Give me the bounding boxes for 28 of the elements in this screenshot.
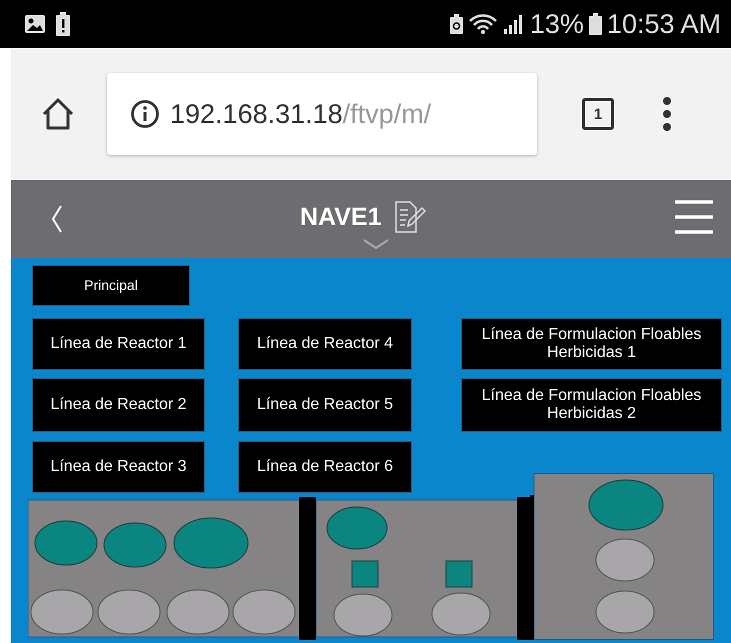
line-button[interactable]: Línea de Reactor 5 <box>238 378 412 432</box>
edit-icon[interactable] <box>394 200 426 234</box>
menu-icon[interactable] <box>675 199 713 235</box>
line-button[interactable]: Línea de Reactor 6 <box>238 441 412 493</box>
line-button[interactable]: Línea de Reactor 3 <box>32 441 205 493</box>
clock-time: 10:53 AM <box>606 8 721 40</box>
address-bar[interactable]: 192.168.31.18/ftvp/m/ <box>107 73 537 155</box>
battery-percent: 13% <box>530 8 584 40</box>
image-icon <box>24 14 46 34</box>
signal-icon <box>502 14 525 34</box>
tab-count-button[interactable]: 1 <box>582 98 614 130</box>
url-host: 192.168.31.18 <box>170 98 343 128</box>
battery-icon <box>588 13 602 35</box>
line-button[interactable]: Línea de Reactor 2 <box>32 378 205 432</box>
back-chevron-icon[interactable] <box>51 204 63 234</box>
battery-alert-icon <box>56 12 70 36</box>
line-button[interactable]: Línea de Formulacion Floables Herbicidas 1 <box>461 318 722 370</box>
line-button[interactable]: Línea de Reactor 1 <box>32 318 205 370</box>
line-button[interactable]: Línea de Reactor 4 <box>238 318 412 370</box>
principal-button[interactable]: Principal <box>32 265 190 306</box>
battery-saver-icon <box>450 14 463 34</box>
line-button[interactable]: Línea de Formulacion Floables Herbicidas 2 <box>461 378 722 432</box>
more-menu-icon[interactable] <box>662 96 672 132</box>
page-title: NAVE1 <box>300 202 382 232</box>
wifi-icon <box>468 13 498 35</box>
home-icon[interactable] <box>41 97 75 131</box>
url-path: /ftvp/m/ <box>342 98 432 128</box>
info-icon[interactable] <box>130 99 160 129</box>
